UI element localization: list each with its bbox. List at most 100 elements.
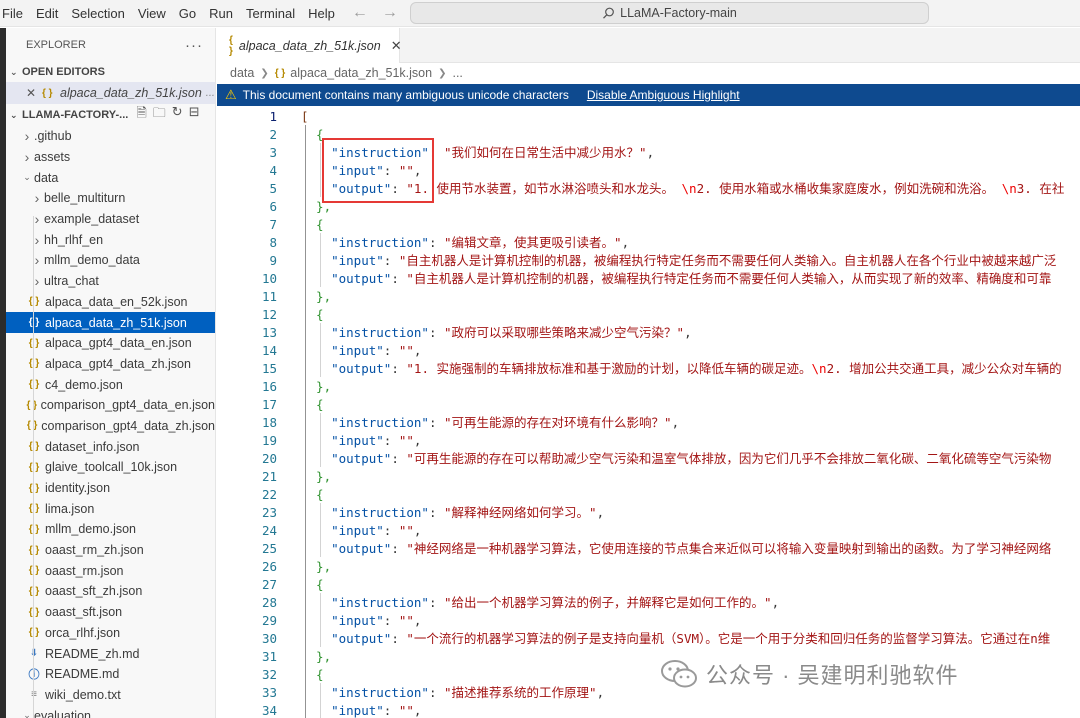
code-token: "input" bbox=[331, 523, 384, 538]
tree-item-label: README_zh.md bbox=[45, 646, 140, 661]
menu-terminal[interactable]: Terminal bbox=[240, 0, 302, 26]
command-center-search[interactable]: LLaMA-Factory-main bbox=[410, 2, 929, 24]
tree-item[interactable]: { } oaast_rm.json bbox=[6, 560, 215, 581]
tree-item[interactable]: { } orca_rlhf.json bbox=[6, 623, 215, 644]
tree-item[interactable]: { } oaast_sft_zh.json bbox=[6, 581, 215, 602]
open-editors-header[interactable]: ⌄ OPEN EDITORS bbox=[6, 62, 215, 82]
back-arrow-icon[interactable]: ← bbox=[352, 4, 368, 22]
tree-item[interactable]: { } oaast_sft.json bbox=[6, 602, 215, 623]
menu-file[interactable]: File bbox=[0, 0, 30, 26]
collapse-all-icon[interactable]: ⊟ bbox=[189, 104, 200, 126]
json-file-icon: { } bbox=[28, 523, 40, 535]
json-file-icon: { } bbox=[274, 67, 286, 79]
json-file-icon: { } bbox=[28, 503, 40, 515]
refresh-icon[interactable]: ↻ bbox=[172, 104, 183, 126]
code-token: , bbox=[413, 703, 422, 718]
open-editor-item[interactable]: ✕ { } alpaca_data_zh_51k.json ... bbox=[6, 82, 215, 104]
tree-item-label: glaive_toolcall_10k.json bbox=[45, 460, 178, 475]
line-number: 21 bbox=[261, 469, 277, 484]
tree-item[interactable]: › belle_multiturn bbox=[6, 188, 215, 209]
tree-item[interactable]: { } lima.json bbox=[6, 498, 215, 519]
json-file-icon: { } bbox=[42, 87, 53, 99]
menu-run[interactable]: Run bbox=[203, 0, 240, 26]
line-number: 19 bbox=[261, 433, 277, 448]
more-actions-icon[interactable]: ··· bbox=[185, 37, 203, 54]
tab-label: alpaca_data_zh_51k.json bbox=[238, 38, 381, 53]
breadcrumb-folder[interactable]: data bbox=[230, 66, 254, 80]
menu-view[interactable]: View bbox=[132, 0, 173, 26]
code-token: "1. 实施强制的车辆排放标准和基于激励的计划，以降低车辆的碳足迹。 bbox=[406, 361, 812, 376]
code-text: "instruction": "解释神经网络如何学习。", bbox=[301, 504, 604, 522]
breadcrumb-more[interactable]: ... bbox=[452, 66, 462, 80]
tree-item[interactable]: { } identity.json bbox=[6, 478, 215, 499]
code-token: "" bbox=[398, 343, 414, 358]
tree-item[interactable]: { } alpaca_data_zh_51k.json bbox=[6, 312, 215, 333]
menu-help[interactable]: Help bbox=[302, 0, 342, 26]
menu-selection[interactable]: Selection bbox=[65, 0, 131, 26]
unicode-warning-banner: ⚠ This document contains many ambiguous … bbox=[217, 84, 1080, 106]
code-token: "input" bbox=[331, 343, 384, 358]
tree-item[interactable]: { } alpaca_gpt4_data_en.json bbox=[6, 333, 215, 354]
tree-item[interactable]: { } dataset_info.json bbox=[6, 436, 215, 457]
tree-item[interactable]: › ultra_chat bbox=[6, 271, 215, 292]
tab-bar: { } alpaca_data_zh_51k.json ✕ bbox=[217, 28, 1080, 63]
explorer-actions: 🗎 🗀 ↻ ⊟ bbox=[136, 104, 199, 126]
new-file-icon[interactable]: 🗎 bbox=[136, 104, 146, 126]
line-number: 18 bbox=[261, 415, 277, 430]
explorer-sidebar: EXPLORER ··· ⌄ OPEN EDITORS ✕ { } alpaca… bbox=[6, 28, 216, 718]
code-token: "" bbox=[398, 433, 414, 448]
tree-item[interactable]: › assets bbox=[6, 147, 215, 168]
menu-edit[interactable]: Edit bbox=[30, 0, 65, 26]
tree-item-label: identity.json bbox=[45, 481, 111, 496]
code-text: "output": "一个流行的机器学习算法的例子是支持向量机（SVM）。它是一… bbox=[301, 630, 1050, 648]
tree-item[interactable]: { } oaast_rm_zh.json bbox=[6, 540, 215, 561]
tree-item[interactable]: ⬇README_zh.md bbox=[6, 643, 215, 664]
tree-item-label: example_dataset bbox=[44, 212, 140, 227]
code-token: \n bbox=[681, 181, 697, 196]
tree-item[interactable]: › .github bbox=[6, 126, 215, 147]
code-token: "instruction" bbox=[331, 235, 429, 250]
tab-alpaca-data-zh[interactable]: { } alpaca_data_zh_51k.json ✕ bbox=[217, 28, 402, 63]
project-header[interactable]: ⌄ LLAMA-FACTORY-... 🗎 🗀 ↻ ⊟ bbox=[6, 104, 215, 126]
code-token: "可再生能源的存在对环境有什么影响？" bbox=[444, 415, 672, 430]
tree-item-label: oaast_rm.json bbox=[45, 563, 124, 578]
code-line: 10 "output": "自主机器人是计算机控制的机器，被编程执行特定任务而不… bbox=[217, 270, 1080, 288]
disable-highlight-link[interactable]: Disable Ambiguous Highlight bbox=[587, 88, 740, 102]
close-icon[interactable]: ✕ bbox=[26, 86, 42, 100]
menu-go[interactable]: Go bbox=[173, 0, 203, 26]
tree-item[interactable]: › mllm_demo_data bbox=[6, 250, 215, 271]
tree-item[interactable]: { } glaive_toolcall_10k.json bbox=[6, 457, 215, 478]
tree-item[interactable]: › example_dataset bbox=[6, 209, 215, 230]
command-center-label: LLaMA-Factory-main bbox=[620, 6, 737, 20]
tree-item[interactable]: ⓘ README.md bbox=[6, 664, 215, 685]
tree-item[interactable]: ≡ wiki_demo.txt bbox=[6, 685, 215, 706]
tree-item[interactable]: { } alpaca_data_en_52k.json bbox=[6, 292, 215, 313]
json-file-icon: { } bbox=[28, 317, 40, 329]
tree-item[interactable]: { } comparison_gpt4_data_en.json bbox=[6, 395, 216, 416]
forward-arrow-icon[interactable]: → bbox=[382, 4, 398, 22]
line-number: 7 bbox=[269, 217, 277, 232]
tree-item[interactable]: ⌄ data bbox=[6, 167, 215, 188]
breadcrumb-file[interactable]: alpaca_data_zh_51k.json bbox=[290, 66, 432, 80]
close-tab-icon[interactable]: ✕ bbox=[391, 38, 402, 54]
code-text: "output": "自主机器人是计算机控制的机器，被编程执行特定任务而不需要任… bbox=[301, 270, 1051, 288]
tree-item[interactable]: { } c4_demo.json bbox=[6, 374, 215, 395]
code-token: : bbox=[383, 703, 399, 718]
new-folder-icon[interactable]: 🗀 bbox=[153, 104, 166, 126]
code-token: "input" bbox=[331, 433, 384, 448]
tree-item-label: c4_demo.json bbox=[45, 377, 123, 392]
tree-item[interactable]: { } alpaca_gpt4_data_zh.json bbox=[6, 354, 215, 375]
code-line: 27 { bbox=[217, 576, 1080, 594]
tree-item[interactable]: { } mllm_demo.json bbox=[6, 519, 215, 540]
code-token: "instruction" bbox=[331, 325, 429, 340]
chevron-right-icon: ❯ bbox=[438, 67, 447, 79]
indent-guide bbox=[320, 143, 321, 197]
tree-item-label: mllm_demo.json bbox=[45, 522, 137, 537]
tree-item[interactable]: { } comparison_gpt4_data_zh.json bbox=[6, 416, 215, 437]
indent-guide bbox=[320, 233, 321, 287]
code-line: 9 "input": "自主机器人是计算机控制的机器，被编程执行特定任务而不需要… bbox=[217, 252, 1080, 270]
tree-item[interactable]: › hh_rlhf_en bbox=[6, 229, 215, 250]
line-number: 13 bbox=[261, 325, 277, 340]
tree-item[interactable]: ⌄ evaluation bbox=[6, 705, 215, 718]
tree-item-label: belle_multiturn bbox=[44, 191, 126, 206]
